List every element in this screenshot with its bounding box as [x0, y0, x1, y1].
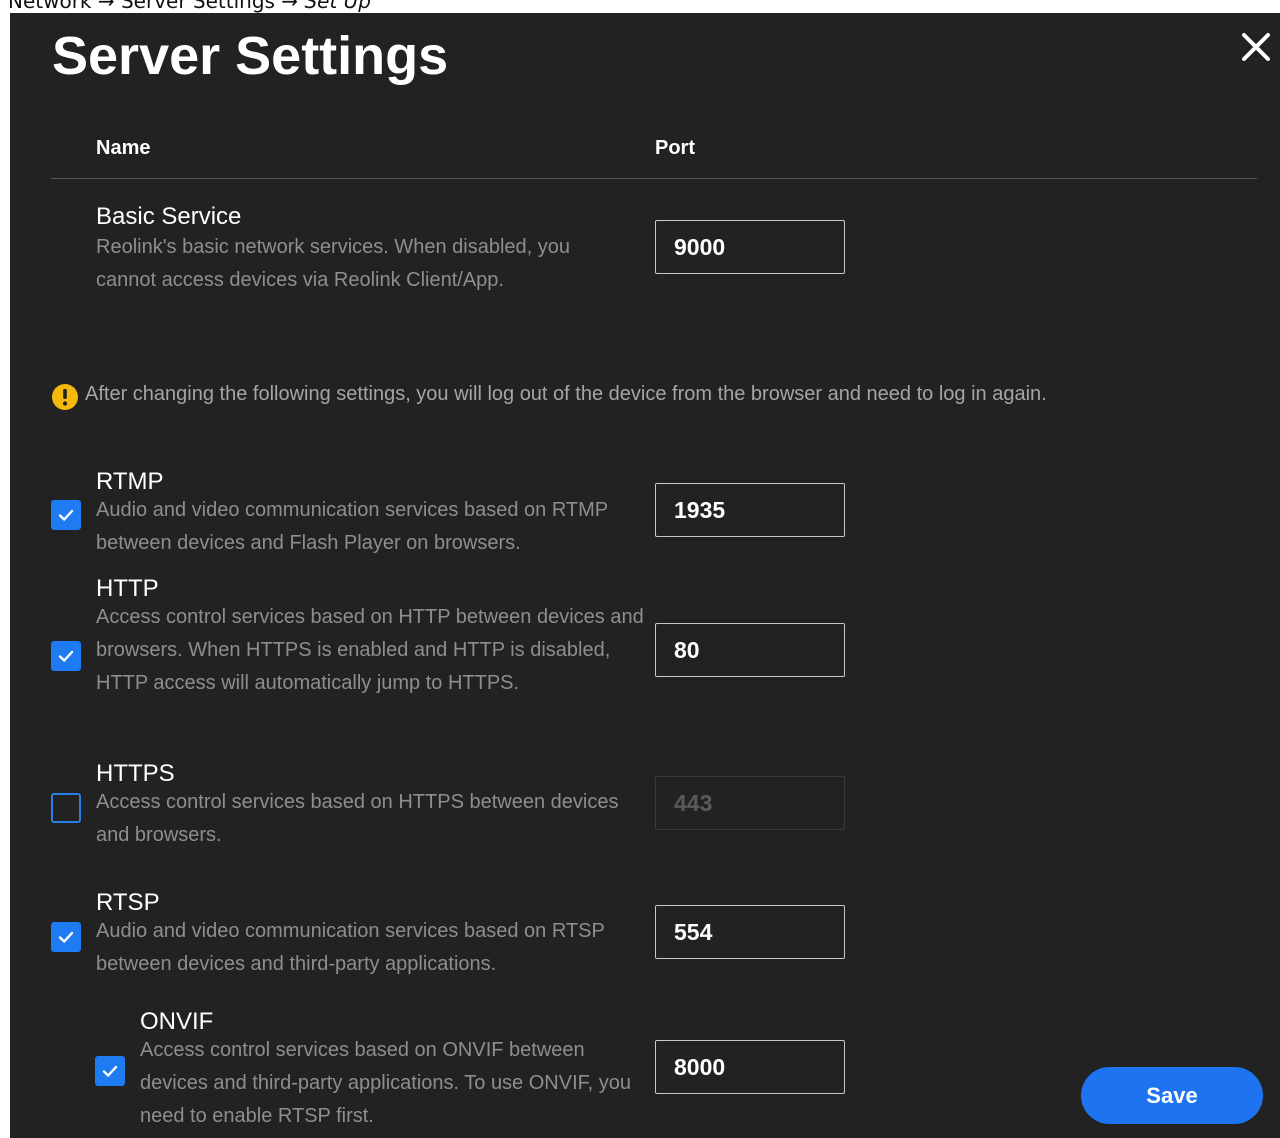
header-divider: [51, 178, 1257, 179]
breadcrumb-current: Set Up: [304, 0, 371, 13]
onvif-description: Access control services based on ONVIF b…: [140, 1039, 631, 1127]
server-settings-dialog: Server Settings Name Port Basic Service …: [10, 13, 1280, 1138]
close-icon[interactable]: [1238, 29, 1274, 65]
breadcrumb: Network → Server Settings → Set Up: [8, 0, 371, 12]
checkmark-icon: [58, 931, 74, 943]
rtsp-port-input[interactable]: [655, 905, 845, 959]
rtmp-port-input[interactable]: [655, 483, 845, 537]
https-description: Access control services based on HTTPS b…: [96, 791, 619, 846]
rtmp-checkbox[interactable]: [51, 500, 81, 530]
rtsp-name: RTSP: [96, 889, 160, 916]
rtsp-description: Audio and video communication services b…: [96, 920, 605, 975]
http-description: Access control services based on HTTP be…: [96, 606, 644, 694]
save-button[interactable]: Save: [1081, 1067, 1263, 1124]
http-name: HTTP: [96, 575, 159, 602]
http-checkbox[interactable]: [51, 641, 81, 671]
basic-service-name: Basic Service: [96, 203, 242, 230]
dialog-title: Server Settings: [52, 26, 449, 86]
checkmark-icon: [102, 1065, 118, 1077]
warning-icon: [52, 384, 78, 410]
basic-service-port-input[interactable]: [655, 220, 845, 274]
column-header-name: Name: [96, 137, 151, 159]
https-checkbox[interactable]: [51, 793, 81, 823]
onvif-port-input[interactable]: [655, 1040, 845, 1094]
breadcrumb-path: Network → Server Settings →: [8, 0, 305, 13]
checkmark-icon: [58, 509, 74, 521]
https-name: HTTPS: [96, 760, 175, 787]
http-port-input[interactable]: [655, 623, 845, 677]
onvif-name: ONVIF: [140, 1008, 214, 1035]
basic-service-description: Reolink's basic network services. When d…: [96, 236, 571, 291]
rtsp-checkbox[interactable]: [51, 922, 81, 952]
https-port-input[interactable]: [655, 776, 845, 830]
rtmp-name: RTMP: [96, 468, 164, 495]
warning-message: After changing the following settings, y…: [85, 383, 1047, 405]
onvif-checkbox[interactable]: [95, 1056, 125, 1086]
checkmark-icon: [58, 650, 74, 662]
rtmp-description: Audio and video communication services b…: [96, 499, 608, 554]
column-header-port: Port: [655, 137, 695, 159]
